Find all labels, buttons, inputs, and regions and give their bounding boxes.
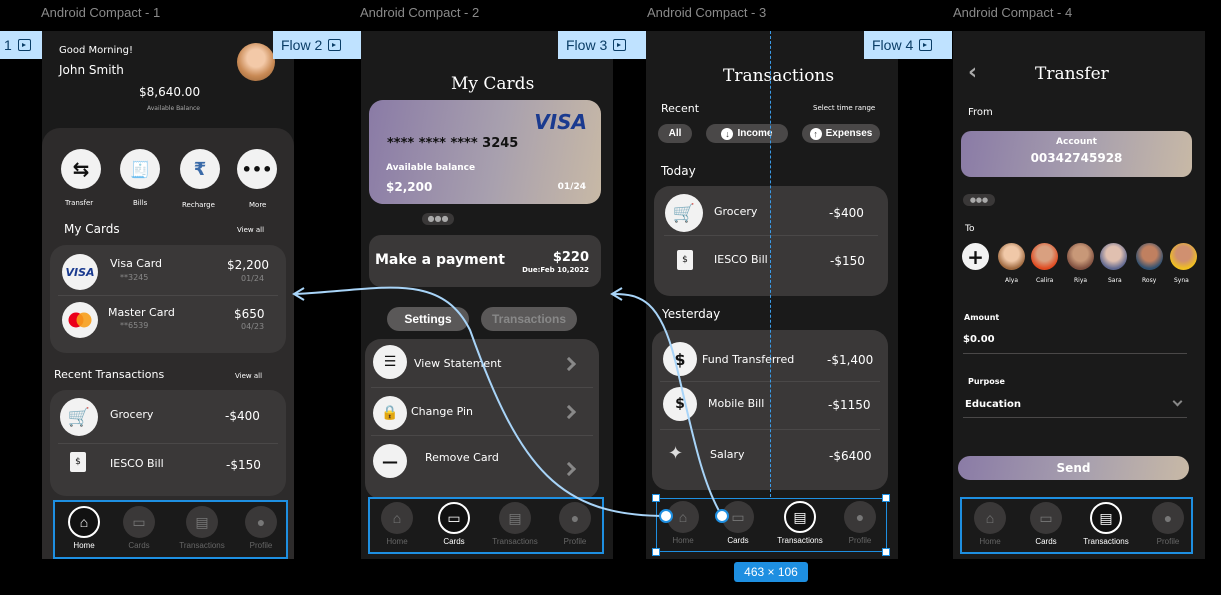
- connection-node[interactable]: [715, 509, 729, 523]
- connection-node[interactable]: [659, 509, 673, 523]
- prototype-connections: [292, 286, 729, 523]
- connection-line[interactable]: [613, 293, 723, 517]
- connection-line[interactable]: [295, 286, 667, 517]
- design-canvas: Android Compact - 1 Android Compact - 2 …: [0, 0, 1221, 595]
